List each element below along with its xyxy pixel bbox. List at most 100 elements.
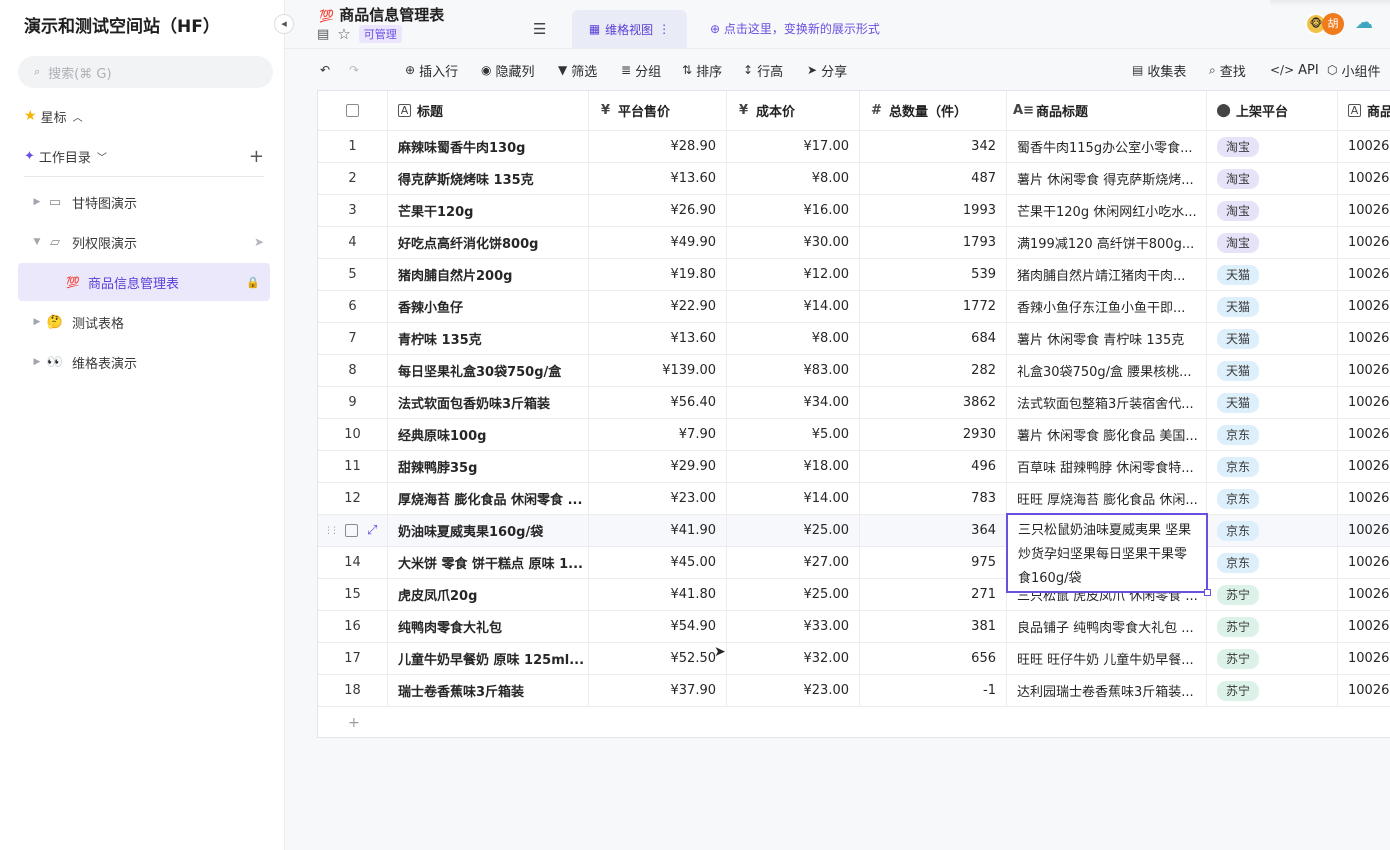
quantity-cell[interactable]: 656 [860, 643, 1007, 674]
platform-cell[interactable]: 京东 [1207, 547, 1338, 578]
table-row[interactable]: 7 青柠味 135克 ¥13.60 ¥8.00 684 薯片 休闲零食 青柠味 135克 天… [318, 323, 1390, 355]
platform-cell[interactable]: 苏宁 [1207, 611, 1338, 642]
title-cell[interactable]: 芒果干120g [388, 195, 589, 226]
platform-cell[interactable]: 京东 [1207, 419, 1338, 450]
table-row[interactable]: 11 甜辣鸭脖35g ¥29.90 ¥18.00 496 百草味 甜辣鸭脖 休闲零食特..… [318, 451, 1390, 483]
title-cell[interactable]: 青柠味 135克 [388, 323, 589, 354]
product-title-cell[interactable]: 达利园瑞士卷香蕉味3斤箱装... [1007, 675, 1207, 706]
platform-cell[interactable]: 苏宁 [1207, 579, 1338, 610]
table-row[interactable]: 14 大米饼 零食 饼干糕点 原味 1... ¥45.00 ¥27.00 975 京东 10… [318, 547, 1390, 579]
title-cell[interactable]: 儿童牛奶早餐奶 原味 125ml... [388, 643, 589, 674]
cloud-sync-icon[interactable]: ☁ [1355, 12, 1385, 36]
title-cell[interactable]: 经典原味100g [388, 419, 589, 450]
product-title-cell[interactable]: 良品铺子 纯鸭肉零食大礼包 ... [1007, 611, 1207, 642]
row-number[interactable]: 18 [318, 675, 388, 706]
product-id-cell[interactable]: 10026 [1338, 291, 1390, 322]
table-row[interactable]: 10 经典原味100g ¥7.90 ¥5.00 2930 薯片 休闲零食 膨化食品 美国.… [318, 419, 1390, 451]
quantity-cell[interactable]: 1993 [860, 195, 1007, 226]
platform-cell[interactable]: 天猫 [1207, 323, 1338, 354]
price-cell[interactable]: ¥41.80 [589, 579, 727, 610]
workdir-section[interactable]: ✦ 工作目录 ﹀ + [24, 138, 264, 174]
cost-cell[interactable]: ¥5.00 [727, 419, 860, 450]
product-title-cell[interactable]: 旺旺 厚烧海苔 膨化食品 休闲... [1007, 483, 1207, 514]
add-node-button[interactable]: + [249, 146, 264, 167]
table-row[interactable]: 8 每日坚果礼盒30袋750g/盒 ¥139.00 ¥83.00 282 礼盒30袋750… [318, 355, 1390, 387]
product-id-cell[interactable]: 10026 [1338, 227, 1390, 258]
title-cell[interactable]: 甜辣鸭脖35g [388, 451, 589, 482]
column-header-platform[interactable]: ⬤ 上架平台 [1207, 91, 1338, 130]
title-cell[interactable]: 奶油味夏威夷果160g/袋 [388, 515, 589, 546]
api-button[interactable]: </> API [1270, 49, 1319, 91]
title-cell[interactable]: 厚烧海苔 膨化食品 休闲零食 ... [388, 483, 589, 514]
product-title-cell[interactable]: 旺旺 旺仔牛奶 儿童牛奶早餐... [1007, 643, 1207, 674]
title-cell[interactable]: 每日坚果礼盒30袋750g/盒 [388, 355, 589, 386]
cost-cell[interactable]: ¥83.00 [727, 355, 860, 386]
platform-cell[interactable]: 淘宝 [1207, 195, 1338, 226]
platform-cell[interactable]: 天猫 [1207, 259, 1338, 290]
platform-cell[interactable]: 京东 [1207, 515, 1338, 546]
row-number[interactable]: 11 [318, 451, 388, 482]
column-header-price[interactable]: ¥ 平台售价 [589, 91, 727, 130]
group-button[interactable]: ≣ 分组 [621, 49, 661, 91]
row-number[interactable]: 4 [318, 227, 388, 258]
redo-button[interactable]: ↷ [349, 49, 359, 91]
tab-vika-view[interactable]: ▦ 维格视图 ⋮ [572, 10, 687, 48]
row-number[interactable]: 9 [318, 387, 388, 418]
title-cell[interactable]: 猪肉脯自然片200g [388, 259, 589, 290]
table-row[interactable]: 9 法式软面包香奶味3斤箱装 ¥56.40 ¥34.00 3862 法式软面包整箱3斤装宿… [318, 387, 1390, 419]
price-cell[interactable]: ¥37.90 [589, 675, 727, 706]
price-cell[interactable]: ¥28.90 [589, 131, 727, 162]
platform-cell[interactable]: 苏宁 [1207, 675, 1338, 706]
platform-cell[interactable]: 淘宝 [1207, 227, 1338, 258]
cost-cell[interactable]: ¥30.00 [727, 227, 860, 258]
title-cell[interactable]: 好吃点高纤消化饼800g [388, 227, 589, 258]
row-number[interactable]: 15 [318, 579, 388, 610]
quantity-cell[interactable]: 487 [860, 163, 1007, 194]
title-cell[interactable]: 麻辣味蜀香牛肉130g [388, 131, 589, 162]
quantity-cell[interactable]: 342 [860, 131, 1007, 162]
sidebar-item-gantt[interactable]: ▶ ▭ 甘特图演示 [30, 184, 270, 220]
collapse-sidebar-button[interactable]: ◂ [274, 14, 294, 34]
cost-cell[interactable]: ¥12.00 [727, 259, 860, 290]
price-cell[interactable]: ¥56.40 [589, 387, 727, 418]
product-title-cell[interactable]: 满199减120 高纤饼干800g... [1007, 227, 1207, 258]
widget-button[interactable]: ⬡ 小组件 [1327, 49, 1381, 91]
quantity-cell[interactable]: 2930 [860, 419, 1007, 450]
select-all-checkbox[interactable] [318, 91, 388, 130]
product-title-cell[interactable]: 蜀香牛肉115g办公室小零食... [1007, 131, 1207, 162]
quantity-cell[interactable]: 1793 [860, 227, 1007, 258]
table-row[interactable]: 17 儿童牛奶早餐奶 原味 125ml... ¥52.50 ¥32.00 656 旺旺 旺… [318, 643, 1390, 675]
column-header-quantity[interactable]: # 总数量（件） [860, 91, 1007, 130]
cost-cell[interactable]: ¥8.00 [727, 163, 860, 194]
platform-cell[interactable]: 淘宝 [1207, 163, 1338, 194]
table-row[interactable]: 1 麻辣味蜀香牛肉130g ¥28.90 ¥17.00 342 蜀香牛肉115g办公室小零… [318, 131, 1390, 163]
platform-cell[interactable]: 天猫 [1207, 387, 1338, 418]
platform-cell[interactable]: 京东 [1207, 451, 1338, 482]
product-id-cell[interactable]: 10026 [1338, 611, 1390, 642]
row-number[interactable]: 10 [318, 419, 388, 450]
cost-cell[interactable]: ¥33.00 [727, 611, 860, 642]
platform-cell[interactable]: 京东 [1207, 483, 1338, 514]
table-row[interactable]: 3 芒果干120g ¥26.90 ¥16.00 1993 芒果干120g 休闲网红小吃水.… [318, 195, 1390, 227]
hide-columns-button[interactable]: ◉ 隐藏列 [481, 49, 535, 91]
column-header-product-id[interactable]: A 商品 [1338, 91, 1390, 130]
row-number[interactable]: 14 [318, 547, 388, 578]
expanded-cell-editor[interactable]: 三只松鼠奶油味夏威夷果 坚果炒货孕妇坚果每日坚果干果零食160g/袋 [1006, 513, 1208, 593]
search-input[interactable]: ⌕ 搜索(⌘ G) [18, 56, 273, 88]
platform-cell[interactable]: 淘宝 [1207, 131, 1338, 162]
share-button[interactable]: ➤ 分享 [807, 49, 847, 91]
price-cell[interactable]: ¥49.90 [589, 227, 727, 258]
product-title-cell[interactable]: 薯片 休闲零食 膨化食品 美国... [1007, 419, 1207, 450]
insert-row-button[interactable]: ⊕ 插入行 [405, 49, 458, 91]
price-cell[interactable]: ¥13.60 [589, 163, 727, 194]
row-number[interactable]: 8 [318, 355, 388, 386]
platform-cell[interactable]: 天猫 [1207, 291, 1338, 322]
find-button[interactable]: ⌕ 查找 [1209, 49, 1246, 91]
title-cell[interactable]: 纯鸭肉零食大礼包 [388, 611, 589, 642]
product-id-cell[interactable]: 10026 [1338, 515, 1390, 546]
product-id-cell[interactable]: 10026 [1338, 451, 1390, 482]
quantity-cell[interactable]: 364 [860, 515, 1007, 546]
table-row[interactable]: 15 虎皮凤爪20g ¥41.80 ¥25.00 271 三只松鼠 虎皮凤爪 休闲零食 .… [318, 579, 1390, 611]
cost-cell[interactable]: ¥32.00 [727, 643, 860, 674]
product-title-cell[interactable]: 香辣小鱼仔东江鱼小鱼干即... [1007, 291, 1207, 322]
